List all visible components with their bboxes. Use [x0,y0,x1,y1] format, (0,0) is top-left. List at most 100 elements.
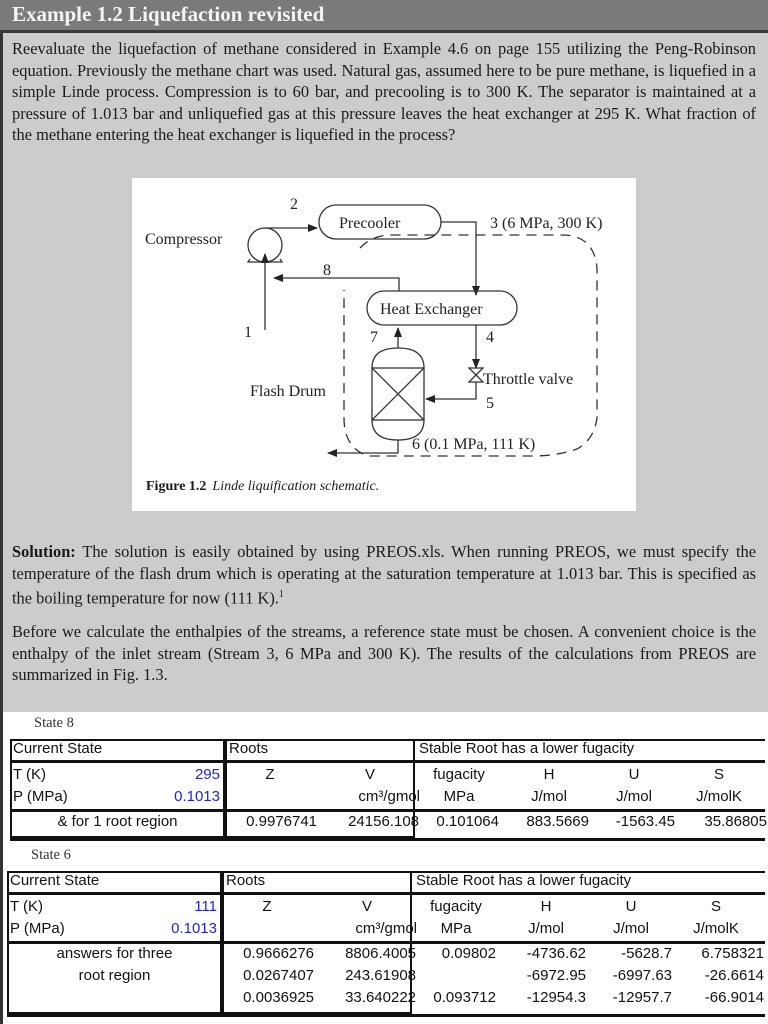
divider [10,809,765,812]
solution-text-1: The solution is easily obtained by using… [12,542,756,608]
roots-header: Roots [229,740,269,757]
figure-caption-text: Linde liquification schematic. [212,479,380,494]
col-H-unit: J/mol [531,788,567,805]
cell-v: 24156.108 [348,813,419,830]
current-state-header: Current State [10,872,100,889]
divider [10,838,765,841]
divider [7,1014,765,1017]
cell-z: 0.9976741 [246,813,317,830]
control-volume-boundary [343,234,598,457]
temperature-input: 111 [194,898,217,915]
cell-v: 8806.4005 [345,945,416,962]
col-S-unit: J/molK [693,920,739,937]
col-v-unit: cm³/gmol [358,788,420,805]
preos-results: State 8 Current State Roots Stable Root has… [3,712,768,1024]
cell-u: -5628.7 [621,945,672,962]
region-label: root region [78,967,151,984]
divider [7,941,765,944]
cell-v: 243.61908 [345,967,416,984]
stable-root-header: Stable Root has a lower fugacity [416,872,632,889]
label-throttle-valve: Throttle valve [483,371,573,388]
cell-h: -4736.62 [526,945,586,962]
current-state-header: Current State [13,740,103,757]
temperature-label: T (K) [10,898,44,915]
label-stream-8: 8 [323,262,331,279]
col-v-header: V [364,766,375,783]
cell-s: 35.86805 [704,813,767,830]
throttle-valve-icon [467,367,485,383]
label-precooler: Precooler [339,215,401,232]
cell-h: 883.5669 [526,813,589,830]
region-label: & for 1 root region [57,813,178,830]
pressure-label: P (MPa) [10,920,65,937]
temperature-label: T (K) [13,766,47,783]
cell-fugacity: 0.101064 [436,813,499,830]
solution-paragraph-2: Before we calculate the enthalpies of th… [12,622,756,684]
cell-s: 6.758321 [701,945,764,962]
figure-linde-schematic: Compressor 2 Precooler 3 (6 MPa, 300 K) … [132,178,636,511]
label-stream-6: 6 (0.1 MPa, 111 K) [412,436,535,453]
example-title-bar: Example 1.2 Liquefaction revisited [0,0,768,33]
label-heat-exchanger: Heat Exchanger [380,301,483,318]
cell-z: 0.0267407 [243,967,314,984]
stable-root-header: Stable Root has a lower fugacity [419,740,635,757]
cell-u: -12957.7 [612,989,672,1006]
cell-fugacity: 0.09802 [441,945,496,962]
pressure-label: P (MPa) [13,788,68,805]
label-compressor: Compressor [145,231,223,248]
label-stream-4: 4 [486,329,494,346]
col-z-header: Z [262,898,272,915]
col-f-unit: MPa [440,920,472,937]
cell-z: 0.0036925 [243,989,314,1006]
label-stream-7: 7 [370,329,378,346]
col-H-header: H [540,898,552,915]
label-stream-1: 1 [244,324,252,341]
figure-caption-label: Figure 1.2 [146,479,207,494]
divider [10,760,415,763]
divider [7,892,412,895]
cell-fugacity: 0.093712 [433,989,496,1006]
col-v-header: V [361,898,372,915]
col-z-header: Z [265,766,275,783]
temperature-input: 295 [194,766,220,783]
roots-header: Roots [226,872,266,889]
col-v-unit: cm³/gmol [355,920,417,937]
cell-u: -1563.45 [615,813,675,830]
problem-statement: Reevaluate the liquefaction of methane c… [12,39,756,144]
state-label: State 6 [31,847,71,863]
col-f-header: fugacity [433,766,485,783]
col-f-header: fugacity [430,898,482,915]
solution-paragraph-1: Solution: The solution is easily obtaine… [12,541,756,609]
divider [415,760,765,763]
cell-s: -66.9014 [704,989,764,1006]
state-label: State 8 [34,715,74,731]
col-U-unit: J/mol [616,788,652,805]
label-stream-5: 5 [486,395,494,412]
figure-caption: Figure 1.2 Linde liquification schematic. [146,479,379,495]
example-title: Example 1.2 Liquefaction revisited [12,2,325,26]
cell-h: -6972.95 [526,967,586,984]
solution-label: Solution: [12,542,76,561]
col-U-unit: J/mol [613,920,649,937]
col-H-header: H [543,766,555,783]
cell-u: -6997.63 [612,967,672,984]
pressure-input: 0.1013 [174,788,220,805]
region-label: answers for three [56,945,173,962]
label-flash-drum: Flash Drum [250,383,327,400]
cell-s: -26.6614 [704,967,764,984]
cell-z: 0.9666276 [243,945,314,962]
col-S-unit: J/molK [696,788,742,805]
col-f-unit: MPa [443,788,475,805]
col-S-header: S [710,898,721,915]
pressure-input: 0.1013 [171,920,217,937]
col-H-unit: J/mol [528,920,564,937]
footnote-mark[interactable]: 1 [279,589,284,600]
col-U-header: U [628,766,640,783]
label-stream-3: 3 (6 MPa, 300 K) [490,215,602,232]
cell-h: -12954.3 [526,989,586,1006]
linde-diagram: Compressor 2 Precooler 3 (6 MPa, 300 K) … [145,196,602,457]
col-U-header: U [625,898,637,915]
cell-v: 33.640222 [345,989,416,1006]
flash-drum-icon [371,347,425,441]
divider [412,892,765,895]
